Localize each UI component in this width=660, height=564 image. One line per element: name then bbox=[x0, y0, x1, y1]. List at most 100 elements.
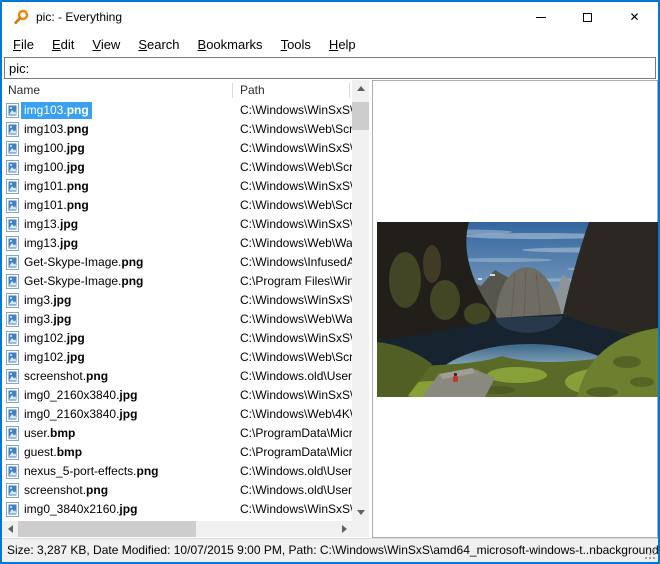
vertical-scroll-thumb[interactable] bbox=[352, 102, 369, 130]
file-name: img3.jpg bbox=[21, 292, 74, 309]
table-row[interactable]: guest.bmp C:\ProgramData\Micr bbox=[2, 443, 352, 462]
file-path: C:\Windows\Web\Scr bbox=[240, 349, 352, 366]
scroll-down-button[interactable] bbox=[352, 504, 369, 521]
everything-window: pic: - Everything ✕ File Edit View Searc… bbox=[0, 0, 660, 564]
image-file-icon bbox=[6, 445, 19, 460]
scroll-left-button[interactable] bbox=[2, 521, 18, 537]
table-row[interactable]: img0_3840x2160.jpg C:\Windows\WinSxS\a bbox=[2, 500, 352, 519]
image-file-icon bbox=[6, 122, 19, 137]
file-path: C:\ProgramData\Micr bbox=[240, 425, 352, 442]
minimize-icon bbox=[536, 17, 546, 18]
file-path: C:\Windows\Web\Wa bbox=[240, 311, 352, 328]
table-row[interactable]: screenshot.png C:\Windows.old\Users bbox=[2, 481, 352, 500]
image-file-icon bbox=[6, 274, 19, 289]
image-file-icon bbox=[6, 179, 19, 194]
image-file-icon bbox=[6, 141, 19, 156]
file-path: C:\Windows\WinSxS\a bbox=[240, 178, 352, 195]
table-row[interactable]: screenshot.png C:\Windows.old\Users bbox=[2, 367, 352, 386]
table-row[interactable]: img13.jpg C:\Windows\Web\Wa bbox=[2, 234, 352, 253]
search-input[interactable] bbox=[4, 57, 656, 79]
column-header-path[interactable]: Path bbox=[240, 80, 265, 101]
table-row[interactable]: img0_2160x3840.jpg C:\Windows\WinSxS\a bbox=[2, 386, 352, 405]
file-list: img103.png C:\Windows\WinSxS\a img103.pn… bbox=[2, 101, 352, 521]
image-file-icon bbox=[6, 312, 19, 327]
resize-grip[interactable] bbox=[644, 548, 656, 560]
close-button[interactable]: ✕ bbox=[611, 2, 658, 32]
window-title: pic: - Everything bbox=[36, 2, 122, 33]
image-file-icon bbox=[6, 502, 19, 517]
file-name: user.bmp bbox=[21, 425, 78, 442]
image-file-icon bbox=[6, 483, 19, 498]
table-row[interactable]: img101.png C:\Windows\WinSxS\a bbox=[2, 177, 352, 196]
menu-file[interactable]: File bbox=[4, 33, 43, 57]
minimize-button[interactable] bbox=[517, 2, 564, 32]
table-row[interactable]: img103.png C:\Windows\Web\Scr bbox=[2, 120, 352, 139]
image-file-icon bbox=[6, 426, 19, 441]
image-file-icon bbox=[6, 331, 19, 346]
image-file-icon bbox=[6, 388, 19, 403]
table-row[interactable]: img100.jpg C:\Windows\Web\Scr bbox=[2, 158, 352, 177]
down-triangle-icon bbox=[357, 510, 365, 515]
file-name: img102.jpg bbox=[21, 330, 88, 347]
file-name: img3.jpg bbox=[21, 311, 74, 328]
left-triangle-icon bbox=[8, 525, 13, 533]
scroll-right-button[interactable] bbox=[336, 521, 352, 537]
table-row[interactable]: img102.jpg C:\Windows\Web\Scr bbox=[2, 348, 352, 367]
close-icon: ✕ bbox=[629, 11, 639, 23]
file-path: C:\Windows\Web\Wa bbox=[240, 235, 352, 252]
table-row[interactable]: img101.png C:\Windows\Web\Scr bbox=[2, 196, 352, 215]
file-name: nexus_5-port-effects.png bbox=[21, 463, 162, 480]
table-row[interactable]: user.bmp C:\ProgramData\Micr bbox=[2, 424, 352, 443]
image-file-icon bbox=[6, 407, 19, 422]
table-row[interactable]: img3.jpg C:\Windows\Web\Wa bbox=[2, 310, 352, 329]
right-triangle-icon bbox=[342, 525, 347, 533]
window-controls: ✕ bbox=[517, 2, 658, 32]
file-name: img103.png bbox=[21, 102, 92, 119]
vertical-scrollbar[interactable] bbox=[352, 80, 369, 521]
file-path: C:\Windows.old\Users bbox=[240, 368, 352, 385]
file-path: C:\Program Files\Win bbox=[240, 273, 352, 290]
preview-image bbox=[377, 222, 658, 397]
table-row[interactable]: img13.jpg C:\Windows\WinSxS\a bbox=[2, 215, 352, 234]
column-header-name[interactable]: Name bbox=[8, 80, 40, 101]
file-name: img101.png bbox=[21, 178, 92, 195]
image-file-icon bbox=[6, 293, 19, 308]
file-path: C:\Windows\WinSxS\a bbox=[240, 387, 352, 404]
file-path: C:\Windows\Web\Scr bbox=[240, 121, 352, 138]
table-row[interactable]: img100.jpg C:\Windows\WinSxS\a bbox=[2, 139, 352, 158]
menu-tools[interactable]: Tools bbox=[272, 33, 320, 57]
file-name: Get-Skype-Image.png bbox=[21, 254, 146, 271]
scrollbar-corner bbox=[352, 521, 369, 537]
maximize-icon bbox=[583, 13, 592, 22]
maximize-button[interactable] bbox=[564, 2, 611, 32]
image-file-icon bbox=[6, 236, 19, 251]
image-file-icon bbox=[6, 198, 19, 213]
menu-edit[interactable]: Edit bbox=[43, 33, 83, 57]
file-path: C:\Windows\Web\Scr bbox=[240, 197, 352, 214]
menubar: File Edit View Search Bookmarks Tools He… bbox=[2, 32, 658, 57]
column-divider[interactable] bbox=[232, 83, 233, 98]
titlebar[interactable]: pic: - Everything ✕ bbox=[2, 2, 658, 32]
menu-bookmarks[interactable]: Bookmarks bbox=[189, 33, 272, 57]
table-row[interactable]: img103.png C:\Windows\WinSxS\a bbox=[2, 101, 352, 120]
table-row[interactable]: Get-Skype-Image.png C:\Program Files\Win bbox=[2, 272, 352, 291]
table-row[interactable]: Get-Skype-Image.png C:\Windows\InfusedA bbox=[2, 253, 352, 272]
menu-search[interactable]: Search bbox=[129, 33, 188, 57]
image-file-icon bbox=[6, 103, 19, 118]
horizontal-scrollbar[interactable] bbox=[2, 521, 352, 537]
menu-help[interactable]: Help bbox=[320, 33, 365, 57]
table-row[interactable]: img3.jpg C:\Windows\WinSxS\a bbox=[2, 291, 352, 310]
file-path: C:\Windows\WinSxS\a bbox=[240, 216, 352, 233]
table-row[interactable]: img102.jpg C:\Windows\WinSxS\a bbox=[2, 329, 352, 348]
horizontal-scroll-thumb[interactable] bbox=[18, 521, 196, 537]
file-path: C:\Windows\WinSxS\a bbox=[240, 501, 352, 518]
table-row[interactable]: nexus_5-port-effects.png C:\Windows.old\… bbox=[2, 462, 352, 481]
file-path: C:\Windows.old\Users bbox=[240, 463, 352, 480]
file-path: C:\Windows\WinSxS\a bbox=[240, 330, 352, 347]
menu-view[interactable]: View bbox=[83, 33, 129, 57]
file-path: C:\Windows\WinSxS\a bbox=[240, 140, 352, 157]
table-row[interactable]: img0_2160x3840.jpg C:\Windows\Web\4K\ bbox=[2, 405, 352, 424]
column-divider[interactable] bbox=[349, 83, 350, 98]
scroll-up-button[interactable] bbox=[352, 80, 369, 97]
file-path: C:\ProgramData\Micr bbox=[240, 444, 352, 461]
